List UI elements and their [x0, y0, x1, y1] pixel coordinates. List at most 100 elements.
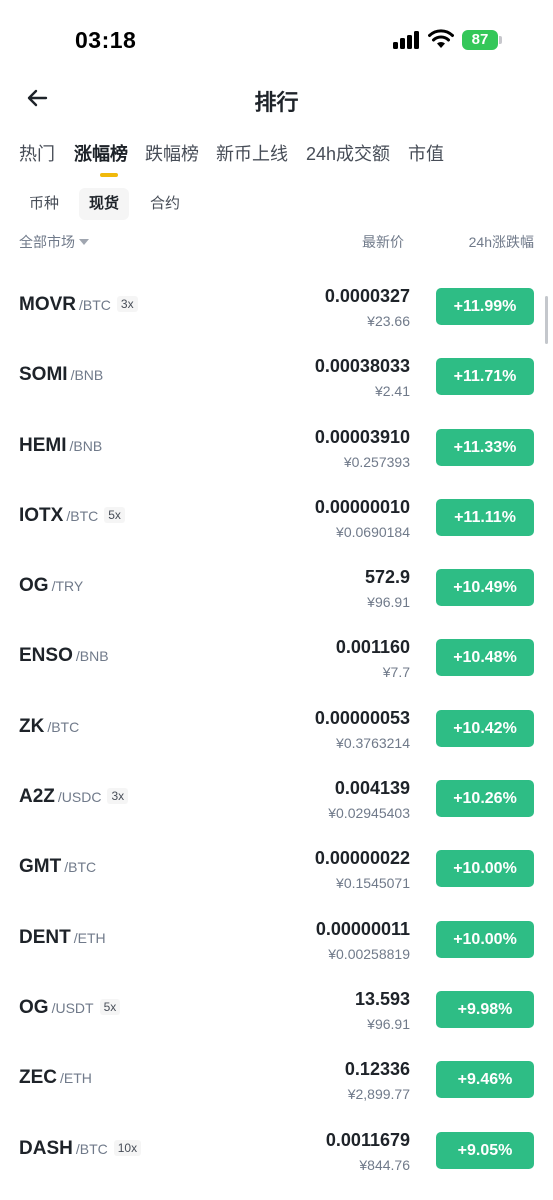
- last-price: 13.593: [354, 988, 410, 1009]
- quote-asset: /USDC: [57, 789, 102, 806]
- trading-pair: OG /TRY: [19, 575, 83, 597]
- subtab-futures[interactable]: 合约: [140, 188, 190, 220]
- last-price: 0.12336: [344, 1059, 410, 1080]
- trading-pair: ZK /BTC: [19, 716, 79, 738]
- quote-asset: /BNB: [70, 367, 104, 384]
- change-badge[interactable]: +10.00%: [436, 850, 534, 888]
- change-badge[interactable]: +11.99%: [436, 288, 534, 325]
- last-price: 0.0000327: [324, 286, 410, 306]
- quote-asset: /USDT: [51, 999, 94, 1016]
- base-asset: ENSO: [19, 645, 73, 667]
- base-asset: GMT: [19, 856, 62, 878]
- quote-asset: /TRY: [51, 578, 84, 595]
- change-badge[interactable]: +9.98%: [436, 990, 534, 1028]
- table-row[interactable]: SOMI /BNB 0.00038033 ¥2.41 +11.71%: [0, 340, 553, 410]
- change-badge[interactable]: +10.00%: [436, 920, 534, 958]
- quote-asset: /BTC: [66, 507, 99, 524]
- tab-market-cap[interactable]: 市值: [408, 140, 444, 166]
- fiat-price: ¥2.41: [374, 383, 410, 400]
- fiat-price: ¥0.0690184: [336, 523, 410, 540]
- base-asset: MOVR: [19, 294, 76, 315]
- leverage-badge: 10x: [113, 1139, 142, 1156]
- table-row[interactable]: A2Z /USDC 3x 0.004139 ¥0.02945403 +10.26…: [0, 762, 553, 832]
- tab-hot[interactable]: 热门: [19, 140, 55, 166]
- trading-pair: MOVR /BTC 3x: [19, 294, 138, 316]
- quote-asset: /BTC: [75, 1140, 108, 1157]
- trading-pair: DENT /ETH: [19, 927, 106, 949]
- fiat-price: ¥0.02945403: [328, 805, 410, 822]
- last-price: 0.0011679: [325, 1129, 410, 1150]
- trading-pair: OG /USDT 5x: [19, 997, 121, 1019]
- table-row[interactable]: GMT /BTC 0.00000022 ¥0.1545071 +10.00%: [0, 832, 553, 902]
- base-asset: DENT: [19, 926, 71, 948]
- change-badge[interactable]: +11.33%: [436, 428, 534, 466]
- base-asset: DASH: [19, 1137, 73, 1159]
- quote-asset: /ETH: [73, 929, 106, 946]
- table-row[interactable]: MOVR /BTC 3x 0.0000327 ¥23.66 +11.99%: [0, 270, 553, 340]
- table-row[interactable]: ZEC /ETH 0.12336 ¥2,899.77 +9.46%: [0, 1043, 553, 1113]
- change-badge[interactable]: +10.49%: [436, 569, 534, 607]
- table-row[interactable]: OG /TRY 572.9 ¥96.91 +10.49%: [0, 551, 553, 621]
- page-title: 排行: [254, 90, 299, 115]
- last-price: 0.004139: [334, 778, 410, 799]
- table-row[interactable]: DENT /ETH 0.00000011 ¥0.00258819 +10.00%: [0, 903, 553, 973]
- last-price: 0.00000022: [314, 848, 410, 869]
- table-row[interactable]: ENSO /BNB 0.001160 ¥7.7 +10.48%: [0, 621, 553, 691]
- quote-asset: /BNB: [75, 648, 109, 665]
- leverage-badge: 3x: [107, 788, 129, 805]
- status-time: 03:18: [75, 27, 137, 53]
- nav-bar: 排行: [0, 70, 553, 126]
- last-price: 0.00003910: [314, 426, 410, 447]
- trading-pair: ENSO /BNB: [19, 645, 109, 667]
- change-badge[interactable]: +11.71%: [436, 358, 534, 396]
- fiat-price: ¥0.257393: [343, 453, 410, 470]
- caret-down-icon: [79, 239, 89, 245]
- base-asset: A2Z: [19, 786, 55, 808]
- base-asset: ZK: [19, 715, 45, 737]
- change-badge[interactable]: +10.48%: [436, 639, 534, 677]
- fiat-price: ¥0.1545071: [336, 875, 410, 892]
- last-price: 0.00038033: [314, 356, 410, 377]
- base-asset: SOMI: [19, 364, 68, 386]
- table-row[interactable]: ZK /BTC 0.00000053 ¥0.3763214 +10.42%: [0, 692, 553, 762]
- last-price: 0.00000010: [314, 496, 410, 517]
- subtab-coins[interactable]: 币种: [19, 188, 69, 220]
- quote-asset: /BNB: [69, 437, 103, 454]
- base-asset: ZEC: [19, 1067, 57, 1089]
- cellular-signal-icon: [393, 31, 421, 49]
- tab-gainers[interactable]: 涨幅榜: [74, 140, 128, 166]
- battery-icon: 87: [462, 30, 498, 50]
- fiat-price: ¥23.66: [367, 313, 410, 329]
- tab-24h-volume[interactable]: 24h成交额: [306, 140, 390, 166]
- quote-asset: /BTC: [79, 297, 111, 313]
- change-column-header[interactable]: 24h涨跌幅: [469, 232, 534, 252]
- table-row[interactable]: DASH /BTC 10x 0.0011679 ¥844.76 +9.05%: [0, 1114, 553, 1184]
- active-tab-indicator: [100, 173, 118, 177]
- last-price: 0.00000011: [315, 918, 410, 939]
- market-filter-label: 全部市场: [19, 234, 75, 250]
- tab-losers[interactable]: 跌幅榜: [145, 140, 199, 166]
- market-filter[interactable]: 全部市场: [19, 232, 89, 252]
- table-row[interactable]: HEMI /BNB 0.00003910 ¥0.257393 +11.33%: [0, 411, 553, 481]
- fiat-price: ¥0.00258819: [328, 945, 410, 962]
- trading-pair: A2Z /USDC 3x: [19, 786, 129, 808]
- price-column-header[interactable]: 最新价: [362, 232, 404, 252]
- base-asset: IOTX: [19, 504, 64, 526]
- trading-pair: GMT /BTC: [19, 856, 96, 878]
- last-price: 0.00000053: [314, 707, 410, 728]
- change-badge[interactable]: +11.11%: [436, 498, 534, 536]
- change-badge[interactable]: +10.26%: [436, 780, 534, 818]
- change-badge[interactable]: +9.46%: [436, 1061, 534, 1099]
- trading-pair: SOMI /BNB: [19, 364, 103, 386]
- table-row[interactable]: IOTX /BTC 5x 0.00000010 ¥0.0690184 +11.1…: [0, 481, 553, 551]
- base-asset: HEMI: [19, 434, 67, 456]
- change-badge[interactable]: +10.42%: [436, 709, 534, 747]
- status-bar: 03:18 87: [0, 0, 553, 70]
- subtab-spot[interactable]: 现货: [79, 188, 130, 220]
- quote-asset: /ETH: [60, 1070, 92, 1087]
- table-row[interactable]: OG /USDT 5x 13.593 ¥96.91 +9.98%: [0, 973, 553, 1043]
- change-badge[interactable]: +9.05%: [436, 1131, 534, 1169]
- tab-new-listings[interactable]: 新币上线: [216, 140, 288, 166]
- last-price: 0.001160: [335, 637, 410, 658]
- scrollbar[interactable]: [545, 296, 548, 344]
